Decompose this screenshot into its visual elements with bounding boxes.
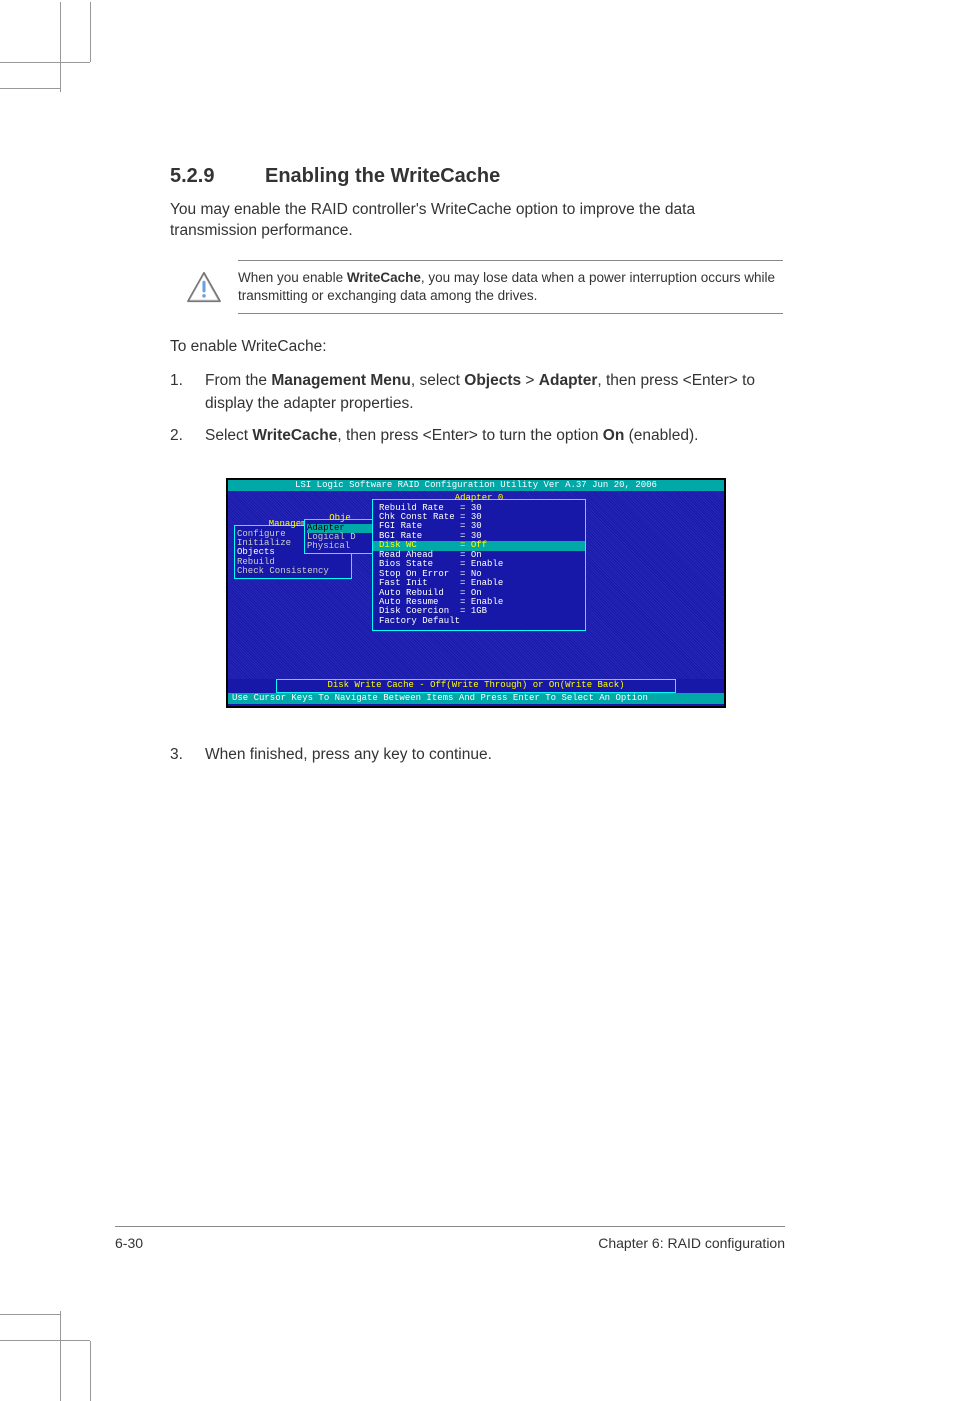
- intro-text: You may enable the RAID controller's Wri…: [170, 200, 785, 242]
- page-number: 6-30: [115, 1235, 143, 1251]
- section-number: 5.2.9: [170, 165, 265, 188]
- chapter-label: Chapter 6: RAID configuration: [598, 1235, 785, 1251]
- crop-marks-bottom: [0, 1301, 120, 1341]
- page-content: 5.2.9Enabling the WriteCache You may ena…: [170, 165, 785, 796]
- bios-footer: Use Cursor Keys To Navigate Between Item…: [228, 693, 724, 704]
- bios-window: LSI Logic Software RAID Configuration Ut…: [226, 478, 726, 708]
- subheading: To enable WriteCache:: [170, 338, 785, 356]
- step-2: 2. Select WriteCache, then press <Enter>…: [170, 425, 785, 447]
- bios-help: Disk Write Cache - Off(Write Through) or…: [276, 679, 676, 692]
- warning-icon-wrap: [170, 271, 238, 303]
- warning-note: When you enable WriteCache, you may lose…: [238, 260, 783, 314]
- section-title: Enabling the WriteCache: [265, 165, 500, 187]
- objects-menu: Obje Adapter Logical D Physical: [304, 519, 376, 554]
- bios-screenshot: LSI Logic Software RAID Configuration Ut…: [226, 478, 726, 708]
- warning-text: When you enable WriteCache, you may lose…: [238, 269, 783, 305]
- menu-item[interactable]: Check Consistency: [237, 567, 349, 576]
- step-3: 3. When finished, press any key to conti…: [170, 744, 785, 766]
- bios-titlebar: LSI Logic Software RAID Configuration Ut…: [228, 480, 724, 491]
- menu-item[interactable]: Physical: [307, 542, 373, 551]
- step-1: 1. From the Management Menu, select Obje…: [170, 370, 785, 415]
- steps-list-2: 3. When finished, press any key to conti…: [170, 744, 785, 766]
- steps-list: 1. From the Management Menu, select Obje…: [170, 370, 785, 447]
- adapter-panel: Adapter 0 Rebuild Rate = 30Chk Const Rat…: [372, 499, 586, 631]
- bios-body: Managemen Configure Initialize Objects R…: [228, 491, 724, 679]
- crop-marks-top: [0, 62, 120, 102]
- adapter-row[interactable]: Factory Default: [379, 617, 579, 626]
- page-footer: 6-30 Chapter 6: RAID configuration: [115, 1226, 785, 1251]
- warning-icon: [186, 271, 222, 303]
- section-heading: 5.2.9Enabling the WriteCache: [170, 165, 785, 188]
